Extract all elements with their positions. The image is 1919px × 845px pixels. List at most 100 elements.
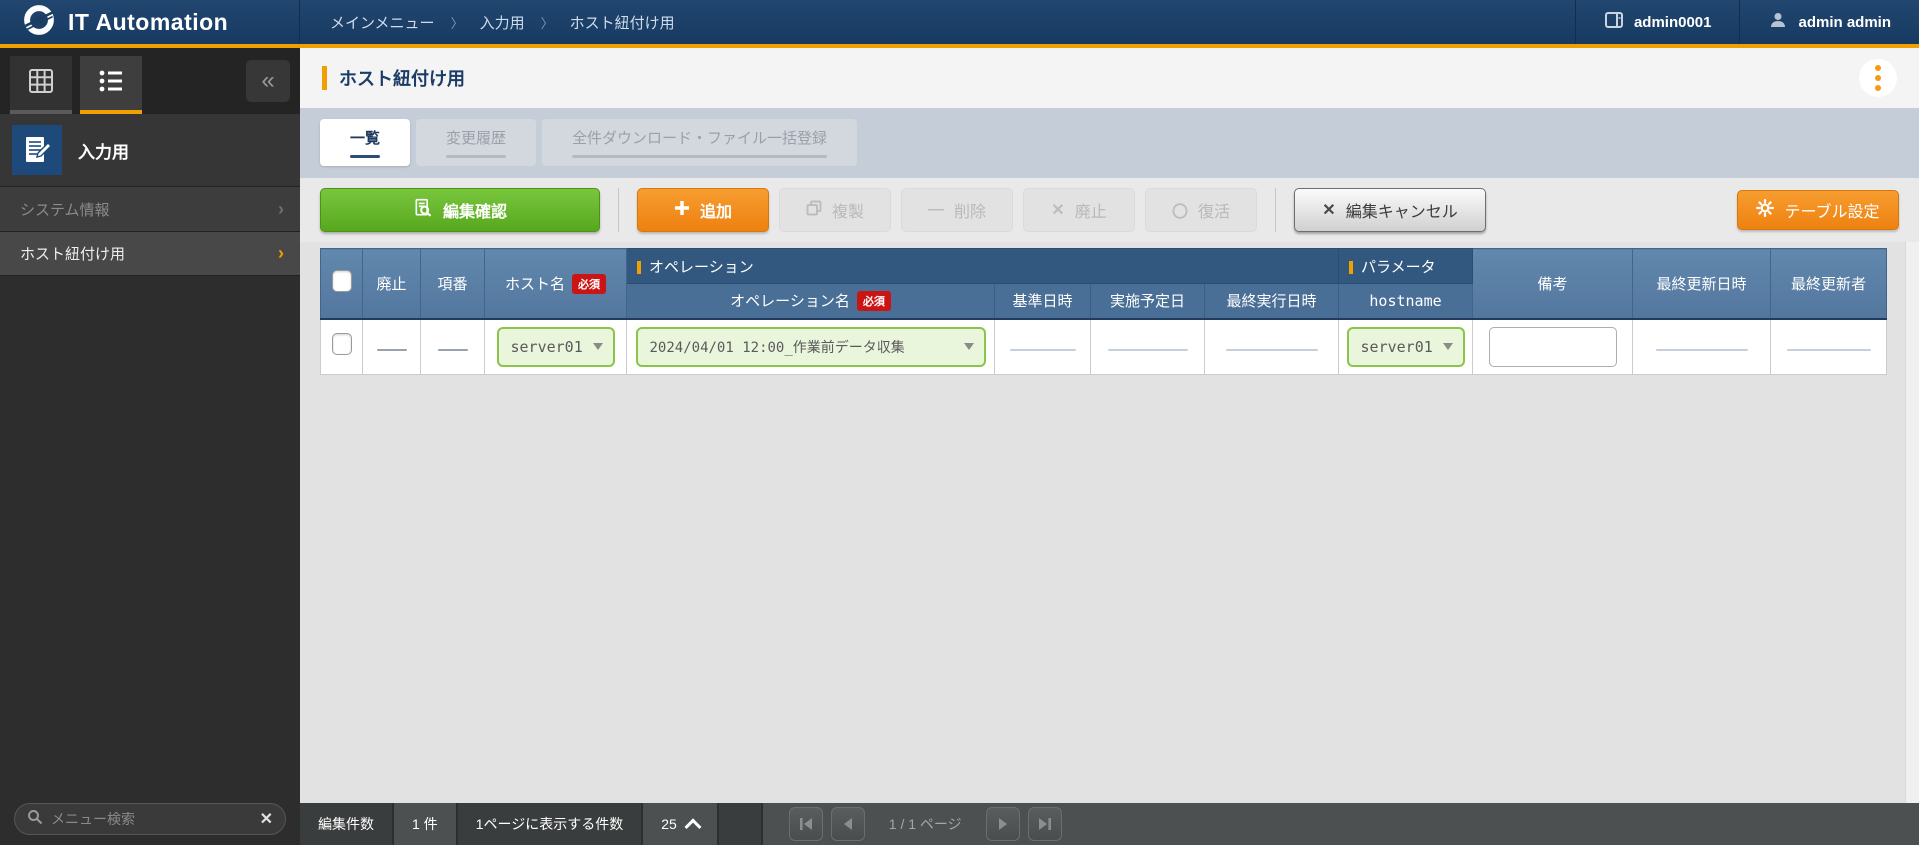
plus-icon	[674, 200, 690, 221]
hostname-select[interactable]: server01	[1346, 326, 1465, 367]
top-header: IT Automation メインメニュー 〉 入力用 〉 ホスト紐付け用 ad…	[0, 0, 1919, 48]
delete-label: 削除	[953, 204, 986, 221]
discard-button[interactable]: ✕ 廃止	[1023, 188, 1135, 232]
tab-label: 変更履歴	[446, 130, 507, 147]
user-icon	[1768, 10, 1788, 34]
table-header-group-row: 廃止 項番 ホスト名 必須 オペレーション パラメータ 備考 最終更新日時 最終…	[320, 248, 1888, 319]
duplicate-button[interactable]: 複製	[779, 188, 891, 232]
table-settings-button[interactable]: テーブル設定	[1737, 190, 1899, 230]
row-base-datetime-cell	[994, 318, 1091, 375]
tab-change-history[interactable]: 変更履歴	[416, 119, 537, 166]
group-accent-bar	[1349, 260, 1354, 274]
page-info: 1 / 1 ページ	[888, 816, 962, 832]
breadcrumb-item[interactable]: メインメニュー	[330, 12, 435, 33]
footer-divider	[718, 803, 763, 845]
sidebar-item-host-link[interactable]: ホスト紐付け用 ›	[0, 231, 300, 276]
table-settings-label: テーブル設定	[1784, 204, 1880, 221]
row-hostname-cell: server01	[1338, 318, 1474, 375]
per-page-select[interactable]: 25	[643, 803, 719, 845]
row-number-cell	[420, 318, 485, 375]
tab-download-upload[interactable]: 全件ダウンロード・ファイル一括登録	[542, 119, 858, 166]
prev-page-button[interactable]	[830, 807, 865, 841]
row-operation-cell: 2024/04/01 12:00_作業前データ収集	[626, 318, 995, 375]
empty-value-dash	[1225, 348, 1318, 351]
menu-search-box: ✕	[14, 803, 286, 835]
host-select[interactable]: server01	[496, 326, 615, 367]
tab-underline	[446, 155, 507, 158]
topbar-right: admin0001 admin admin	[1574, 0, 1919, 44]
first-page-button[interactable]	[788, 807, 823, 841]
edit-confirm-button[interactable]: 編集確認	[320, 188, 600, 232]
host-select-value: server01	[510, 337, 583, 356]
select-all-checkbox[interactable]	[331, 270, 352, 293]
sidebar-item-label: ホスト紐付け用	[20, 246, 126, 263]
dropdown-arrow-icon	[963, 343, 974, 351]
row-select-cell	[320, 318, 363, 375]
tab-list[interactable]: 一覧	[320, 119, 411, 166]
row-scheduled-date-cell	[1090, 318, 1205, 375]
list-icon	[97, 67, 125, 100]
column-header-updated-by: 最終更新者	[1770, 248, 1888, 319]
per-page-label: 1ページに表示する件数	[457, 803, 644, 845]
workspace-menu[interactable]: admin0001	[1574, 0, 1740, 44]
app-screen: IT Automation メインメニュー 〉 入力用 〉 ホスト紐付け用 ad…	[0, 0, 1919, 845]
kebab-dot	[1875, 75, 1881, 81]
circle-icon: 〇	[1171, 204, 1188, 221]
search-icon	[27, 809, 43, 830]
operation-select[interactable]: 2024/04/01 12:00_作業前データ収集	[635, 326, 986, 367]
remarks-input[interactable]	[1488, 326, 1617, 367]
add-label: 追加	[699, 204, 732, 221]
column-group-parameter: パラメータ	[1338, 248, 1474, 284]
edit-confirm-label: 編集確認	[442, 204, 507, 221]
row-discard-cell	[362, 318, 421, 375]
operation-select-value: 2024/04/01 12:00_作業前データ収集	[649, 339, 905, 356]
tab-underline	[350, 155, 381, 158]
workspace-icon	[1604, 10, 1624, 34]
search-clear-icon[interactable]: ✕	[260, 809, 273, 829]
sidebar-tab-grid[interactable]	[10, 56, 72, 114]
empty-value-dash	[376, 348, 407, 351]
table-row: server01 2024/04/01 12:00_作業前データ収集 serve…	[320, 318, 1888, 375]
logo-area: IT Automation	[0, 0, 300, 44]
row-last-updated-cell	[1632, 318, 1772, 375]
edit-cancel-button[interactable]: ✕ 編集キャンセル	[1294, 188, 1486, 232]
breadcrumb-item[interactable]: ホスト紐付け用	[570, 12, 675, 33]
table-footer-bar: 編集件数 1 件 1ページに表示する件数 25 1 / 1 ページ	[300, 803, 1919, 845]
sidebar-tab-menu-list[interactable]	[80, 56, 142, 114]
row-checkbox[interactable]	[331, 333, 352, 356]
sidebar-section-title: 入力用	[78, 142, 129, 162]
sidebar-section-header: 入力用	[0, 114, 300, 186]
column-header-number: 項番	[420, 248, 485, 319]
next-page-button[interactable]	[985, 807, 1020, 841]
last-page-button[interactable]	[1027, 807, 1062, 841]
user-menu[interactable]: admin admin	[1739, 0, 1919, 44]
column-group-operation: オペレーション	[625, 248, 1340, 284]
toolbar-divider	[1275, 188, 1276, 232]
empty-value-dash	[437, 348, 468, 351]
add-button[interactable]: 追加	[637, 188, 769, 232]
chevron-up-icon	[684, 818, 702, 836]
scrollbar-track[interactable]	[1905, 242, 1919, 803]
edit-cancel-label: 編集キャンセル	[1345, 204, 1458, 221]
breadcrumb-item[interactable]: 入力用	[480, 12, 525, 33]
select-all-header-cell	[320, 248, 363, 319]
empty-value-dash	[1655, 348, 1748, 351]
column-header-hostname: hostname	[1338, 283, 1474, 319]
table-area: 廃止 項番 ホスト名 必須 オペレーション パラメータ 備考 最終更新日時 最終…	[300, 242, 1919, 803]
tab-label: 全件ダウンロード・ファイル一括登録	[572, 130, 828, 147]
kebab-menu-button[interactable]	[1859, 59, 1897, 97]
restore-button[interactable]: 〇 復活	[1145, 188, 1257, 232]
menu-search-input[interactable]	[51, 811, 252, 827]
restore-label: 復活	[1198, 204, 1231, 221]
delete-button[interactable]: — 削除	[901, 188, 1013, 232]
toolbar-divider	[618, 188, 619, 232]
discard-label: 廃止	[1074, 204, 1107, 221]
sidebar-search-area: ✕	[0, 795, 300, 845]
app-logo-icon	[22, 3, 56, 42]
sidebar-item-system-info[interactable]: システム情報 ›	[0, 186, 300, 231]
body-row: « 入力用 システム情報 › ホスト紐付け用 › メニュー検索 ✕ ホスト紐付け…	[0, 48, 1919, 845]
sidebar-collapse-button[interactable]: «	[246, 60, 290, 102]
column-header-discard: 廃止	[362, 248, 421, 319]
empty-value-dash	[1786, 348, 1871, 351]
column-header-operation-name: オペレーション名 必須	[626, 283, 995, 319]
